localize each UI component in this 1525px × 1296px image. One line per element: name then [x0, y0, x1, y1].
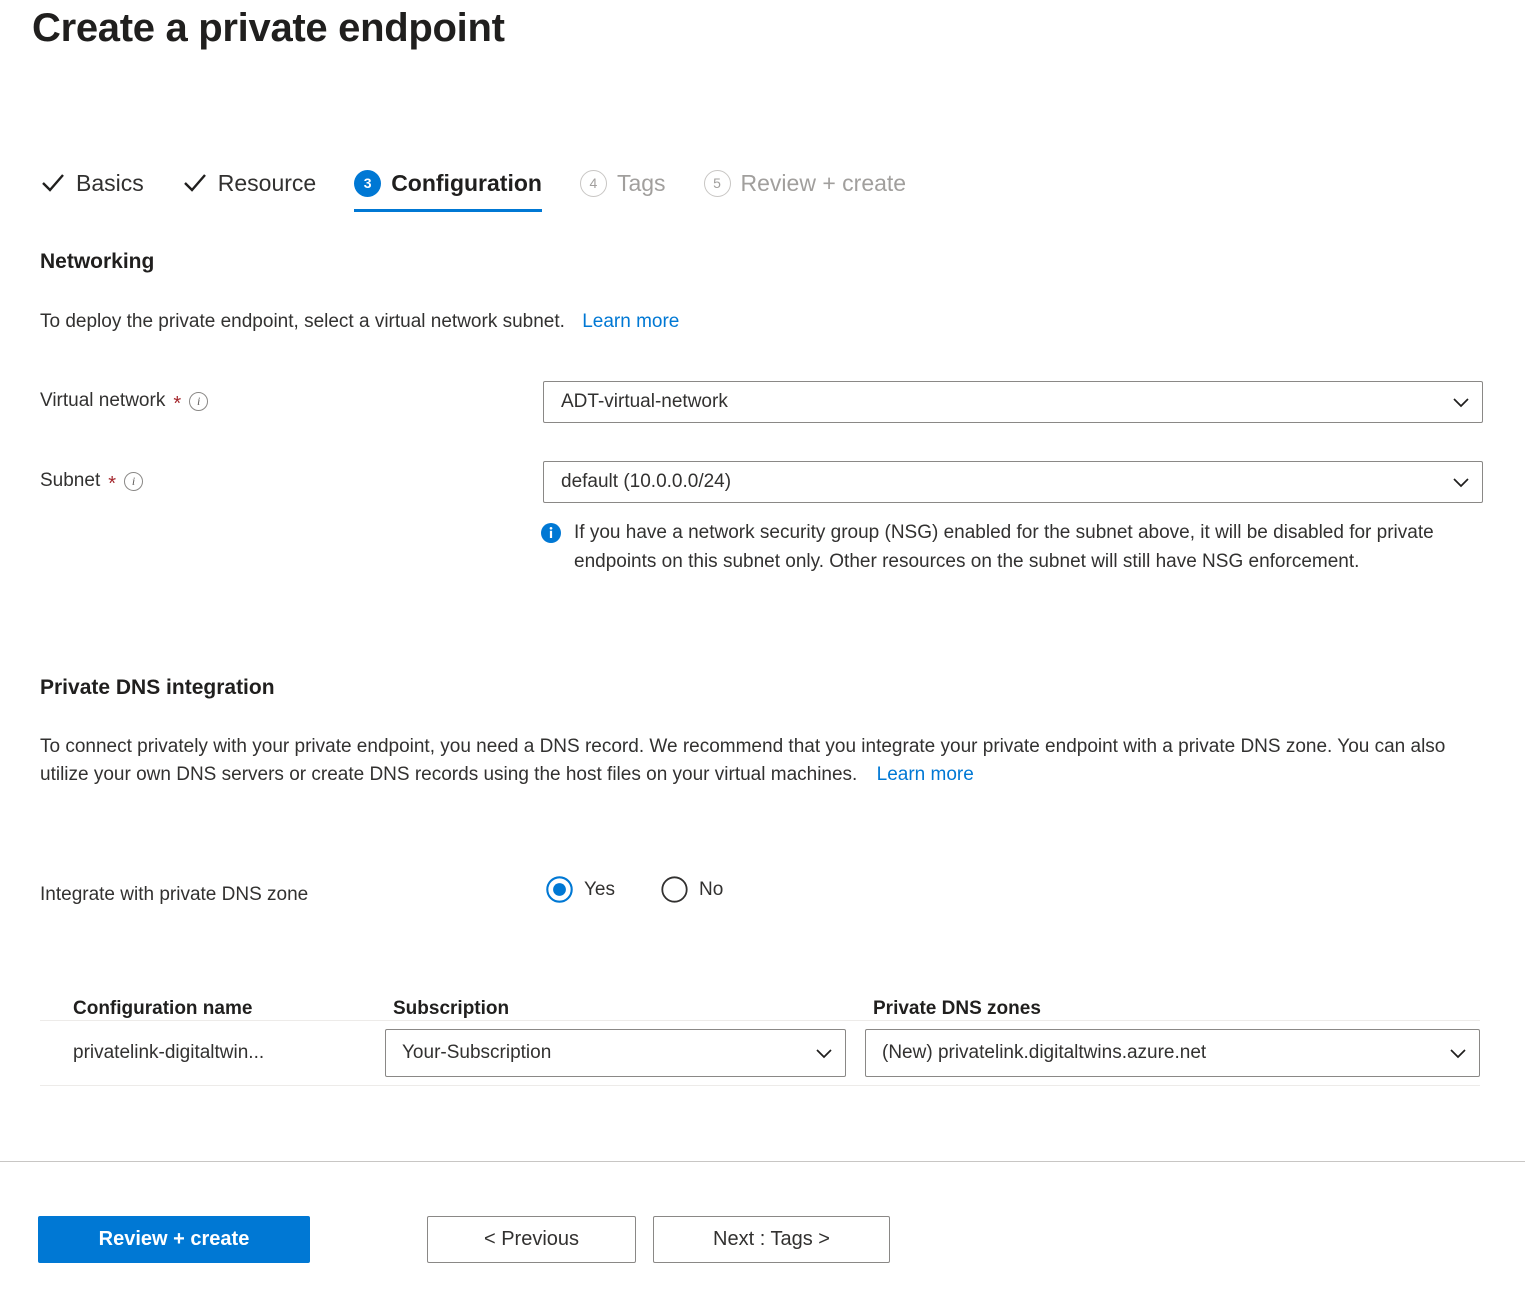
info-icon	[541, 523, 561, 543]
cell-private-dns-zone: (New) privatelink.digitaltwins.azure.net	[865, 1029, 1480, 1077]
required-asterisk: *	[173, 393, 182, 415]
virtual-network-label-text: Virtual network	[40, 390, 166, 411]
cell-configuration-name: privatelink-digitaltwin...	[73, 1042, 265, 1063]
step-number-3: 3	[354, 169, 382, 197]
create-private-endpoint-page: Create a private endpoint Basics Resourc…	[0, 0, 1525, 1296]
virtual-network-value: ADT-virtual-network	[561, 391, 728, 412]
radio-option-no[interactable]: No	[661, 876, 723, 903]
tab-review-create[interactable]: 5 Review + create	[703, 162, 907, 204]
column-header-private-dns-zones: Private DNS zones	[873, 998, 1041, 1019]
networking-heading: Networking	[40, 250, 155, 273]
cell-subscription: Your-Subscription	[385, 1029, 865, 1077]
tab-review-create-label: Review + create	[740, 169, 907, 196]
nsg-info-text: If you have a network security group (NS…	[574, 522, 1434, 573]
virtual-network-label: Virtual network * i	[40, 390, 209, 415]
tab-basics[interactable]: Basics	[40, 162, 144, 204]
private-dns-description-text: To connect privately with your private e…	[40, 736, 1446, 785]
chevron-down-icon	[1450, 1049, 1466, 1059]
tab-basics-label: Basics	[76, 169, 144, 196]
radio-option-no-label: No	[699, 878, 724, 900]
review-create-button[interactable]: Review + create	[38, 1216, 310, 1263]
radio-selected-icon	[546, 876, 573, 903]
previous-button[interactable]: < Previous	[427, 1216, 636, 1263]
active-tab-underline	[354, 209, 542, 212]
subscription-value: Your-Subscription	[402, 1042, 552, 1063]
private-dns-learn-more-link[interactable]: Learn more	[877, 764, 974, 785]
chevron-down-icon	[816, 1049, 832, 1059]
nsg-info-note: If you have a network security group (NS…	[540, 518, 1514, 577]
private-dns-zone-dropdown[interactable]: (New) privatelink.digitaltwins.azure.net	[865, 1029, 1480, 1077]
radio-unselected-icon	[661, 876, 688, 903]
wizard-tabs: Basics Resource 3 Configuration 4 Tags 5…	[40, 162, 944, 222]
subscription-dropdown[interactable]: Your-Subscription	[385, 1029, 846, 1077]
check-icon	[42, 174, 64, 192]
radio-option-yes-label: Yes	[584, 878, 615, 900]
column-header-subscription: Subscription	[393, 998, 510, 1019]
virtual-network-dropdown[interactable]: ADT-virtual-network	[543, 381, 1483, 423]
chevron-down-icon	[1453, 478, 1469, 488]
tab-tags-label: Tags	[616, 169, 666, 196]
column-header-configuration-name: Configuration name	[73, 998, 253, 1019]
subnet-label-text: Subnet	[40, 470, 101, 491]
step-number-4: 4	[579, 169, 607, 197]
private-dns-description: To connect privately with your private e…	[40, 733, 1460, 789]
tab-tags[interactable]: 4 Tags	[579, 162, 666, 204]
tab-configuration[interactable]: 3 Configuration	[354, 162, 542, 212]
integrate-dns-radio-group: Yes No	[546, 876, 723, 903]
table-row: privatelink-digitaltwin... Your-Subscrip…	[40, 1020, 1480, 1086]
radio-option-yes[interactable]: Yes	[546, 876, 615, 903]
private-dns-zones-table: Configuration name Subscription Private …	[40, 966, 1480, 1086]
footer-divider	[0, 1161, 1525, 1162]
info-icon[interactable]: i	[189, 391, 209, 411]
integrate-dns-label: Integrate with private DNS zone	[40, 884, 308, 906]
next-tags-button[interactable]: Next : Tags >	[653, 1216, 890, 1263]
check-icon	[183, 174, 206, 192]
table-header-row: Configuration name Subscription Private …	[40, 966, 1480, 1020]
integrate-dns-label-text: Integrate with private DNS zone	[40, 884, 309, 905]
tab-resource-label: Resource	[217, 169, 317, 196]
tab-resource[interactable]: Resource	[182, 162, 316, 204]
networking-description: To deploy the private endpoint, select a…	[40, 308, 679, 336]
info-icon[interactable]: i	[124, 471, 144, 491]
required-asterisk: *	[108, 473, 117, 495]
subnet-dropdown[interactable]: default (10.0.0.0/24)	[543, 461, 1483, 503]
private-dns-zone-value: (New) privatelink.digitaltwins.azure.net	[882, 1042, 1207, 1063]
networking-learn-more-link[interactable]: Learn more	[582, 311, 679, 332]
step-number-5: 5	[703, 169, 731, 197]
tab-configuration-label: Configuration	[391, 169, 542, 196]
page-title: Create a private endpoint	[32, 6, 505, 50]
subnet-value: default (10.0.0.0/24)	[561, 471, 732, 492]
subnet-label: Subnet * i	[40, 470, 144, 495]
chevron-down-icon	[1453, 398, 1469, 408]
networking-description-text: To deploy the private endpoint, select a…	[40, 311, 565, 332]
private-dns-heading: Private DNS integration	[40, 676, 275, 699]
